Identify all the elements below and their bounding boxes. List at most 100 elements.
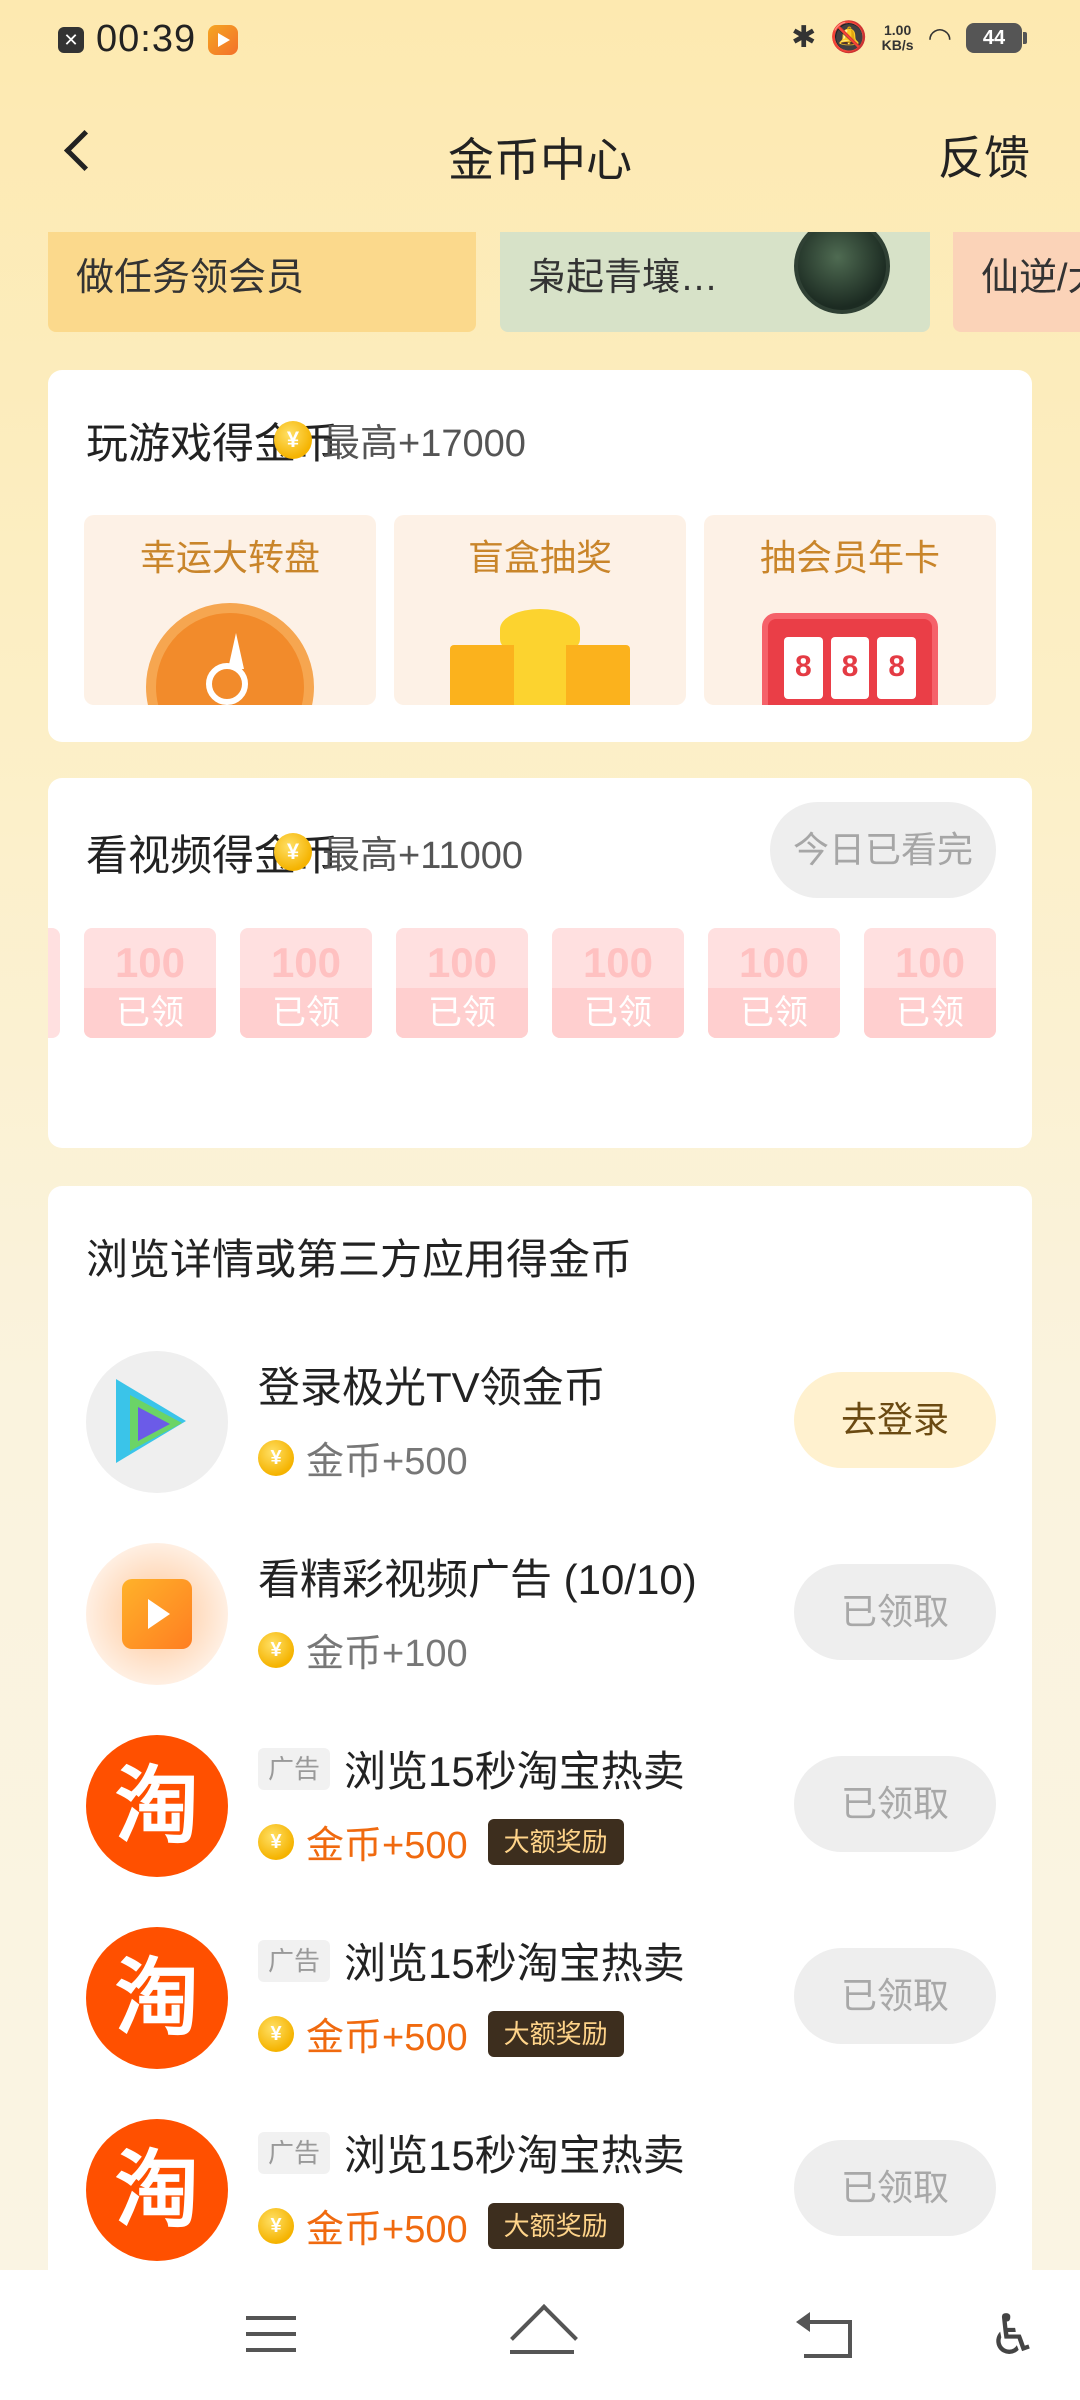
status-right: ✱ 🔕 1.00 KB/s ◠ 44 [791, 20, 1027, 55]
game-vip-card-draw[interactable]: 抽会员年卡 8 8 8 [704, 515, 996, 705]
taobao-icon: 淘 [86, 1735, 228, 1877]
status-time: 00:39 [96, 18, 197, 60]
taobao-icon: 淘 [86, 1927, 228, 2069]
claimed-button[interactable]: 已领取 [794, 1948, 996, 2044]
task-row: 淘 广告 浏览15秒淘宝热卖 ¥ 金币+500 大额奖励 已领取 [86, 1730, 996, 1880]
envelope-amount: 100 [114, 939, 186, 986]
banner-show[interactable]: 仙逆/大 [953, 232, 1080, 332]
video-ad-icon [86, 1543, 228, 1685]
claimed-button[interactable]: 已领取 [794, 1756, 996, 1852]
task-title: 登录极光TV领金币 [258, 1354, 606, 1415]
video-envelope: 100 已领 [84, 928, 216, 1038]
bluetooth-icon: ✱ [791, 21, 817, 54]
envelope-status: 已领 [552, 988, 684, 1038]
envelope-amount: 100 [738, 939, 810, 986]
game-label: 盲盒抽奖 [467, 537, 612, 578]
claimed-button[interactable]: 已领取 [794, 1564, 996, 1660]
coin-icon: ¥ [258, 1631, 294, 1668]
wheel-icon [146, 603, 314, 705]
home-icon[interactable] [506, 2300, 576, 2370]
task-title: 广告 浏览15秒淘宝热卖 [258, 1738, 685, 1799]
video-envelope-row[interactable]: 100 已领 100 已领 100 已领 100 已领 100 已领 100 已… [48, 928, 1032, 1038]
envelope-status: 已领 [240, 988, 372, 1038]
banner-label: 做任务领会员 [76, 257, 305, 299]
envelope-amount: 100 [582, 939, 654, 986]
aurora-tv-icon [86, 1351, 228, 1493]
slot-digit: 8 [877, 637, 917, 699]
task-reward: ¥ 金币+500 大额奖励 [258, 2006, 624, 2061]
task-reward-text: 金币+100 [306, 1633, 468, 1675]
coin-icon: ¥ [258, 2207, 294, 2244]
claimed-button[interactable]: 已领取 [794, 2140, 996, 2236]
page-title: 金币中心 [448, 134, 632, 186]
task-reward: ¥ 金币+500 大额奖励 [258, 1814, 624, 1869]
play-games-card: 玩游戏得金币 ¥ 最高+17000 幸运大转盘 盲盒抽奖 抽会员年卡 8 8 8 [48, 370, 1032, 742]
game-tiles: 幸运大转盘 盲盒抽奖 抽会员年卡 8 8 8 [84, 515, 996, 705]
video-envelope: 100 已领 [240, 928, 372, 1038]
task-reward-text: 金币+500 [306, 2017, 468, 2059]
game-blind-box[interactable]: 盲盒抽奖 [394, 515, 686, 705]
section-title: 浏览详情或第三方应用得金币 [86, 1236, 633, 1283]
envelope-status: 已领 [396, 988, 528, 1038]
banner-label: 枭起青壤… [528, 257, 719, 299]
banner-carousel: 做任务领会员 枭起青壤… 仙逆/大 [0, 232, 1080, 332]
banner-show[interactable]: 枭起青壤… [500, 232, 930, 332]
notification-icon: ✕ [58, 26, 84, 53]
envelope-amount: 100 [894, 939, 966, 986]
coin-icon: ¥ [274, 420, 312, 459]
video-envelope: 100 已领 [864, 928, 996, 1038]
status-bar: ✕ 00:39 ✱ 🔕 1.00 KB/s ◠ 44 [0, 0, 1080, 90]
watch-video-card: 看视频得金币 ¥ 最高+11000 今日已看完 100 已领 100 已领 10… [48, 778, 1032, 1148]
task-title-text: 浏览15秒淘宝热卖 [344, 2132, 685, 2179]
task-row: 看精彩视频广告 (10/10) ¥ 金币+100 已领取 [86, 1538, 996, 1688]
browse-apps-card: 浏览详情或第三方应用得金币 登录极光TV领金币 ¥ 金币+500 去登录 看精彩… [48, 1186, 1032, 2296]
task-title-text: 登录极光TV领金币 [258, 1364, 606, 1411]
envelope-amount: 100 [270, 939, 342, 986]
task-reward-text: 金币+500 [306, 1441, 468, 1483]
gift-box-icon [450, 645, 630, 705]
feedback-button[interactable]: 反馈 [938, 122, 1030, 188]
task-row: 淘 广告 浏览15秒淘宝热卖 ¥ 金币+500 大额奖励 已领取 [86, 1922, 996, 2072]
app-notification-icon [208, 24, 239, 55]
game-label: 抽会员年卡 [759, 537, 940, 578]
envelope-status: 已领 [708, 988, 840, 1038]
video-envelope: 100 已领 [396, 928, 528, 1038]
coin-icon: ¥ [258, 1823, 294, 1860]
title-bar: 金币中心 反馈 [0, 100, 1080, 200]
big-reward-badge: 大额奖励 [487, 1818, 624, 1865]
game-lucky-wheel[interactable]: 幸运大转盘 [84, 515, 376, 705]
task-row: 淘 广告 浏览15秒淘宝热卖 ¥ 金币+500 大额奖励 已领取 [86, 2114, 996, 2264]
banner-task-vip[interactable]: 做任务领会员 [48, 232, 476, 332]
max-reward: ¥ 最高+17000 [274, 412, 526, 467]
big-reward-badge: 大额奖励 [487, 2010, 624, 2057]
watched-today-button[interactable]: 今日已看完 [770, 802, 996, 898]
login-button[interactable]: 去登录 [794, 1372, 996, 1468]
nav-back-icon[interactable] [790, 2300, 860, 2370]
envelope-status: 已领 [84, 988, 216, 1038]
banner-label: 仙逆/大 [981, 257, 1080, 299]
task-reward: ¥ 金币+100 [258, 1622, 468, 1677]
task-title-text: 浏览15秒淘宝热卖 [344, 1748, 685, 1795]
slot-machine-icon: 8 8 8 [762, 613, 938, 705]
menu-icon[interactable] [236, 2300, 306, 2370]
video-envelope: 100 已领 [552, 928, 684, 1038]
coin-icon: ¥ [258, 1439, 294, 1476]
coin-icon: ¥ [274, 832, 312, 871]
system-nav-bar: ♿ [0, 2270, 1080, 2400]
video-envelope [48, 928, 60, 1038]
task-row: 登录极光TV领金币 ¥ 金币+500 去登录 [86, 1346, 996, 1496]
network-speed: 1.00 KB/s [881, 22, 914, 53]
network-speed-unit: KB/s [881, 36, 914, 53]
task-reward-text: 金币+500 [306, 1825, 468, 1867]
ad-tag: 广告 [258, 1939, 331, 1982]
slot-digit: 8 [830, 637, 870, 699]
slot-digit: 8 [784, 637, 823, 699]
accessibility-icon[interactable]: ♿ [978, 2300, 1048, 2370]
battery-icon: 44 [966, 22, 1027, 53]
envelope-status: 已领 [864, 988, 996, 1038]
wifi-icon: ◠ [927, 22, 952, 53]
task-reward-text: 金币+500 [306, 2209, 468, 2251]
game-label: 幸运大转盘 [139, 537, 320, 578]
status-left: ✕ 00:39 [58, 18, 239, 61]
video-envelope: 100 已领 [708, 928, 840, 1038]
